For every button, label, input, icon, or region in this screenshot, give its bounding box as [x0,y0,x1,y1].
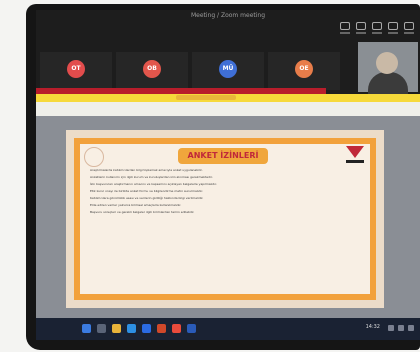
list-item: Katılımcılara gönüllülük esası ve verile… [90,196,204,200]
self-video[interactable] [358,42,418,94]
chrome-icon[interactable] [172,324,181,333]
participants-icon[interactable] [356,22,366,36]
explorer-icon[interactable] [112,324,121,333]
logo-icon [346,146,364,166]
list-item: Elde edilen veriler yalnızca bilimsel am… [90,203,182,207]
participant-strip: OT OB MÜ OE [40,52,340,90]
volume-icon[interactable] [398,325,404,331]
seal-icon [84,147,104,167]
zoom-icon[interactable] [142,324,151,333]
meeting-toolbar [340,22,414,36]
list-item: Başvuru süreçleri ve gerekli belgeler il… [90,210,195,214]
camera-icon[interactable] [340,22,350,36]
list-item: İzin başvuruları araştırmanın amacını ve… [90,182,217,186]
slide-bullets: Araştırmalarda katılımcılardan bilgi top… [90,168,362,217]
word-icon[interactable] [187,324,196,333]
start-icon[interactable] [82,324,91,333]
share-label[interactable] [176,95,236,100]
list-item: Anketlerin kullanımı için ilgili kurum v… [90,175,213,179]
share-icon[interactable] [388,22,398,36]
list-item: Araştırmalarda katılımcılardan bilgi top… [90,168,203,172]
participant-tile[interactable]: OB [116,52,188,90]
clock[interactable]: 14:32 [366,324,380,330]
participant-tile[interactable]: MÜ [192,52,264,90]
browser-icon[interactable] [127,324,136,333]
slide-viewport: ANKET İZİNLERİ Araştırmalarda katılımcıl… [36,116,420,318]
avatar: OB [143,60,161,78]
window-title: Meeting / Zoom meeting [190,12,266,19]
person-shoulders [368,72,408,94]
screen: Meeting / Zoom meeting OT OB MÜ OE ANKET… [36,10,420,340]
avatar: OE [295,60,313,78]
avatar: MÜ [219,60,237,78]
person-head [376,52,398,74]
taskbar-apps [82,324,196,333]
screen-share-banner[interactable] [36,94,420,102]
slide-frame: ANKET İZİNLERİ Araştırmalarda katılımcıl… [74,138,376,300]
avatar: OT [67,60,85,78]
presentation-toolbar[interactable] [36,102,420,117]
battery-icon[interactable] [408,325,414,331]
wifi-icon[interactable] [388,325,394,331]
taskbar: 14:32 [36,318,420,340]
participant-tile[interactable]: OT [40,52,112,90]
participant-tile[interactable]: OE [268,52,340,90]
powerpoint-icon[interactable] [157,324,166,333]
system-tray [388,325,414,331]
slide: ANKET İZİNLERİ Araştırmalarda katılımcıl… [66,130,384,308]
list-item: Etik kurul onayı ile birlikte anket form… [90,189,204,193]
search-icon[interactable] [97,324,106,333]
record-icon[interactable] [404,22,414,36]
slide-title: ANKET İZİNLERİ [178,148,268,164]
chat-icon[interactable] [372,22,382,36]
